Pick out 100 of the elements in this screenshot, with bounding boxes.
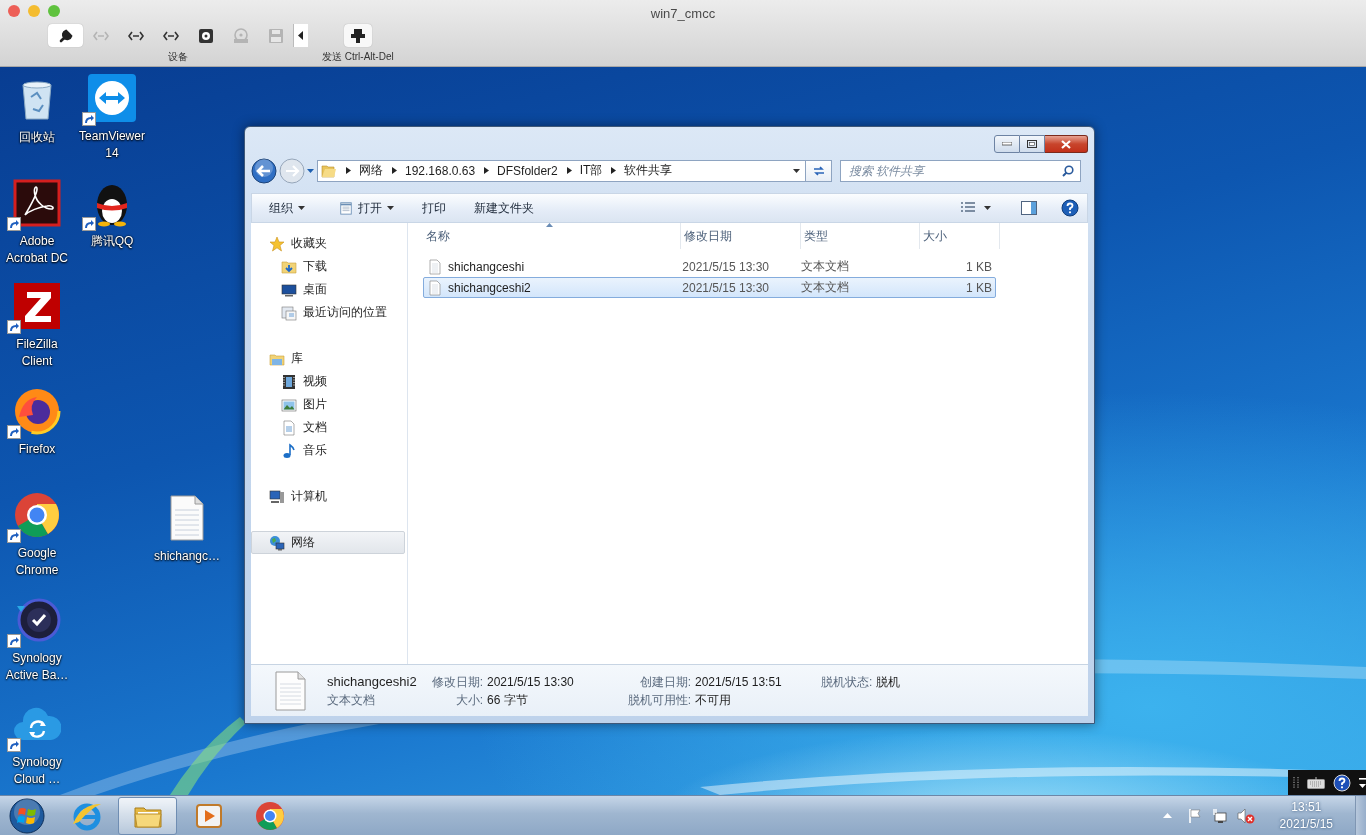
caret-down-icon — [793, 168, 800, 173]
close-icon — [1061, 139, 1071, 149]
filezilla-icon — [13, 282, 61, 330]
notepad-icon — [339, 201, 353, 215]
volume-button[interactable] — [1236, 807, 1255, 824]
navigation-item[interactable]: 图片 — [251, 393, 407, 416]
table-cell-text: 1 KB — [965, 259, 993, 274]
window-title: win7_cmcc — [650, 6, 716, 21]
refresh-button[interactable] — [806, 159, 832, 182]
minimize-button[interactable] — [994, 135, 1020, 153]
teamviewer-icon — [88, 74, 136, 122]
menu-caret-icon — [1359, 776, 1366, 789]
desktop-icon-label[interactable]: shichangc… — [153, 548, 220, 565]
desktop-icon-label[interactable]: Synology Active Ba… — [1, 650, 73, 684]
navigation-item[interactable]: 计算机 — [251, 485, 407, 508]
navigation-item[interactable]: 最近访问的位置 — [251, 301, 407, 324]
search-field[interactable]: 搜索 软件共享 — [840, 159, 1081, 182]
breadcrumb-item[interactable]: 网络 — [359, 162, 383, 179]
toolbar-button[interactable]: 打印 — [414, 196, 454, 220]
start-button[interactable] — [9, 797, 45, 834]
keyboard-icon — [1307, 776, 1325, 789]
navigation-item[interactable]: 文档 — [251, 416, 407, 439]
detail-value: 脱机 — [876, 674, 901, 689]
view-options-button[interactable] — [960, 201, 991, 215]
text-file-icon — [427, 258, 443, 275]
toolbar-button[interactable]: 组织 — [262, 196, 313, 220]
desktop-icon-label[interactable]: Google Chrome — [1, 545, 73, 579]
ctrl-alt-del-button[interactable] — [343, 24, 372, 47]
keyboard-button[interactable] — [1307, 776, 1325, 789]
column-header[interactable]: 类型 — [801, 223, 920, 249]
download-folder-icon — [281, 258, 297, 275]
muted-speaker-icon — [1236, 807, 1255, 824]
action-center-button[interactable] — [1186, 807, 1203, 824]
breadcrumb-arrow-icon — [346, 167, 351, 174]
minimize-icon — [1002, 142, 1012, 146]
keyboard-keys-icon — [349, 27, 366, 44]
file-name: shichangceshi2 — [448, 280, 531, 295]
navigation-item[interactable]: 下载 — [251, 255, 407, 278]
navigation-item[interactable]: 网络 — [251, 531, 405, 554]
address-bar[interactable]: 网络 192.168.0.63 DFSfolder2 IT部 软件共享 — [317, 159, 806, 182]
toolbar-button[interactable]: 打开 — [331, 196, 402, 220]
column-header[interactable]: 大小 — [920, 223, 1000, 249]
detail-value: 不可用 — [695, 692, 732, 707]
taskbar-app-button[interactable] — [118, 796, 177, 835]
clock-time: 13:51 — [1291, 798, 1322, 816]
pane-icon — [1021, 201, 1037, 215]
breadcrumb-item[interactable]: 软件共享 — [624, 162, 673, 179]
navigation-item[interactable]: 音乐 — [251, 439, 407, 462]
column-header[interactable]: 修改日期 — [681, 223, 801, 249]
chrome-icon — [13, 491, 61, 539]
music-note-icon — [281, 442, 297, 459]
table-cell-text: 文本文档 — [800, 258, 851, 275]
caret-down-icon — [984, 206, 991, 210]
desktop-icon-label[interactable]: Adobe Acrobat DC — [1, 233, 73, 267]
desktop-icon-label[interactable]: 回收站 — [19, 129, 55, 146]
file-row[interactable]: shichangceshi2 2021/5/15 13:30 文本文档 1 KB — [423, 277, 996, 298]
breadcrumb-arrow-icon — [566, 167, 572, 174]
desktop-icon-label[interactable]: 腾讯QQ — [90, 233, 134, 250]
desktop-icon-label[interactable]: Synology Cloud … — [1, 754, 73, 788]
wrench-button[interactable] — [48, 24, 83, 47]
navigation-item[interactable]: 库 — [251, 347, 407, 370]
acrobat-icon — [13, 179, 61, 227]
desktop-icon-label[interactable]: Firefox — [18, 441, 56, 458]
detail-value: 2021/5/15 13:51 — [695, 674, 783, 689]
preview-pane-button[interactable] — [1021, 201, 1037, 215]
breadcrumb-item[interactable]: IT部 — [579, 162, 603, 179]
help-button[interactable] — [1061, 199, 1079, 217]
breadcrumb-arrow-icon — [484, 167, 490, 174]
windows-orb-icon — [9, 797, 45, 834]
film-icon — [281, 373, 297, 390]
file-name: shichangceshi2 — [327, 674, 418, 689]
detail-label: 修改日期: — [430, 674, 483, 689]
close-button[interactable] — [1045, 135, 1088, 153]
back-button[interactable] — [251, 157, 277, 184]
disc-icon — [231, 26, 250, 45]
file-row[interactable]: shichangceshi 2021/5/15 13:30 文本文档 1 KB — [423, 256, 996, 277]
options-button[interactable] — [1359, 776, 1366, 789]
breadcrumb-item[interactable]: DFSfolder2 — [497, 163, 558, 178]
star-icon — [269, 235, 285, 252]
detail-label: 大小: — [454, 692, 483, 707]
collapse-button[interactable] — [293, 24, 308, 47]
maximize-button[interactable] — [1020, 135, 1045, 153]
toolbar-button[interactable]: 新建文件夹 — [466, 196, 542, 220]
folder-icon — [321, 162, 337, 179]
navigation-item[interactable]: 视频 — [251, 370, 407, 393]
desktop-icon-label[interactable]: FileZilla Client — [1, 336, 73, 370]
floppy-icon — [266, 26, 285, 45]
toolbar-label: 发送 Ctrl-Alt-Del — [322, 50, 394, 64]
detail-label: 创建日期: — [638, 674, 691, 689]
navigation-item[interactable]: 收藏夹 — [251, 232, 407, 255]
file-name: shichangceshi — [448, 259, 525, 274]
monitor-icon — [281, 281, 297, 298]
breadcrumb-item[interactable]: 192.168.0.63 — [405, 163, 476, 178]
navigation-item[interactable]: 桌面 — [251, 278, 407, 301]
toolbar-label: 设备 — [168, 50, 188, 64]
network-button[interactable] — [1211, 807, 1228, 824]
flag-icon — [1186, 807, 1203, 824]
picture-icon — [281, 396, 297, 413]
refresh-icon — [811, 163, 826, 178]
desktop-icon-label[interactable]: TeamViewer 14 — [76, 128, 148, 162]
